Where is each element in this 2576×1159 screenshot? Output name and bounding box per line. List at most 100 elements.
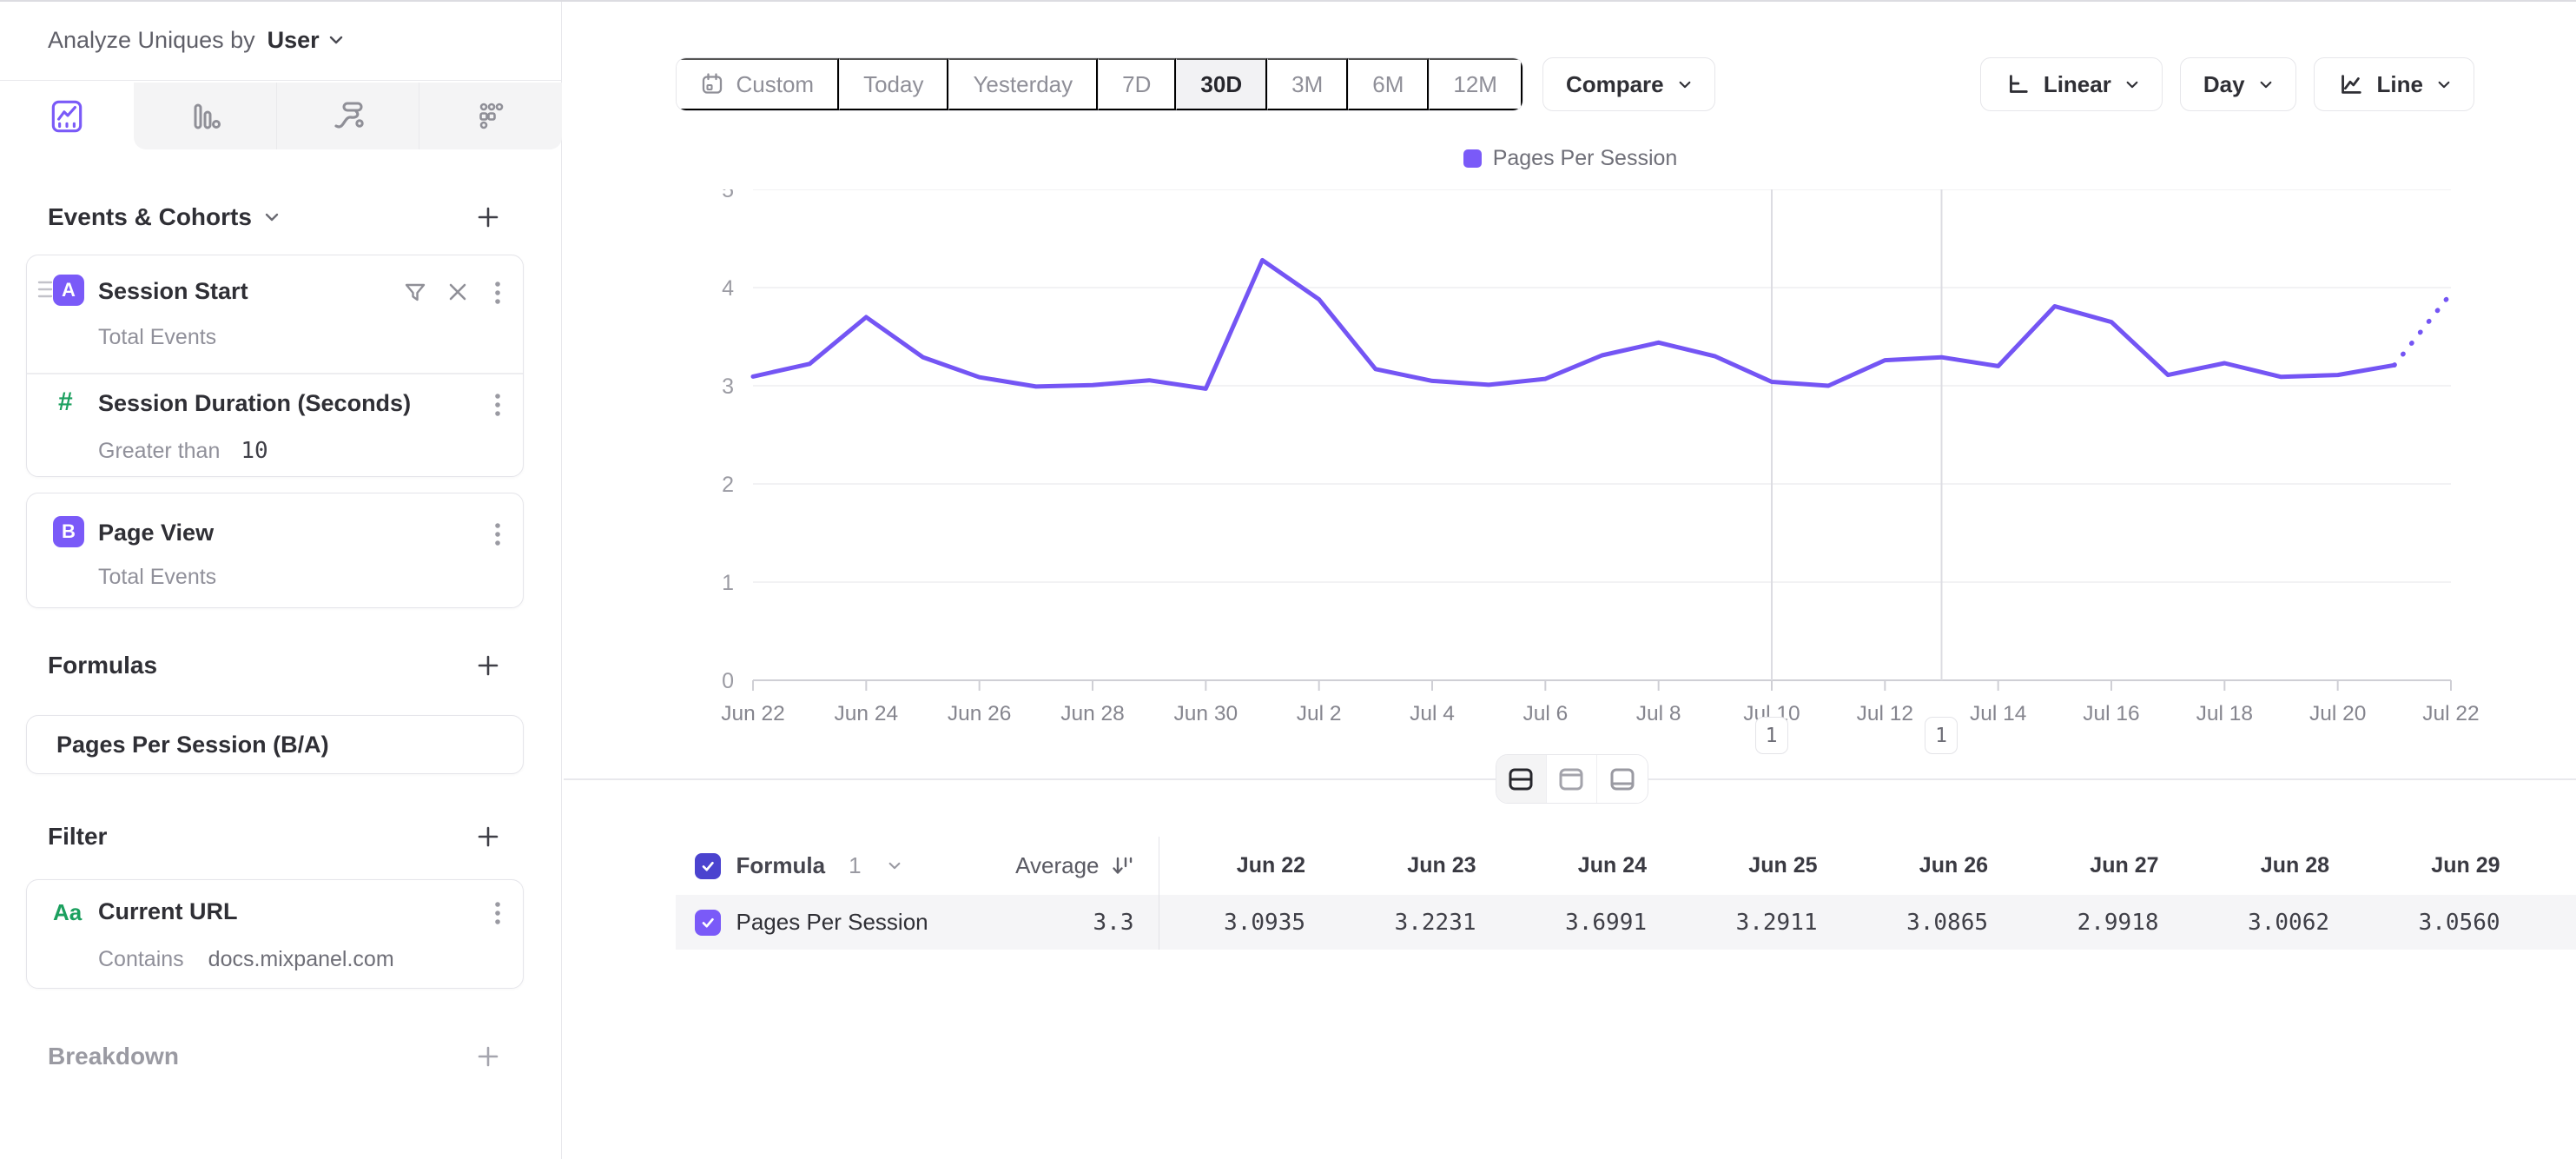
property-options-button[interactable] [490,388,505,423]
add-filter-button[interactable] [472,821,504,852]
interval-label: Day [2203,71,2245,98]
formula-card[interactable]: Pages Per Session (B/A) [26,715,524,774]
filter-property[interactable]: Current URL [98,898,238,925]
range-12m[interactable]: 12M [1429,58,1522,110]
range-6m[interactable]: 6M [1348,58,1429,110]
event-title[interactable]: Page View [98,520,214,546]
formulas-section-header: Formulas [48,648,504,683]
filter-operator[interactable]: Contains [98,947,184,972]
breakdown-title: Breakdown [48,1043,179,1070]
tab-insights[interactable] [0,83,134,149]
compare-button[interactable]: Compare [1542,57,1715,111]
date-column-headers: Jun 22Jun 23Jun 24Jun 25Jun 26Jun 27Jun … [1159,853,2524,878]
column-header[interactable]: Jun 22 [1159,853,1330,878]
chart-view-icon [1556,765,1586,794]
formula-column-number: 1 [849,852,861,879]
range-today[interactable]: Today [839,58,948,110]
x-axis-label: Jun 24 [834,702,898,725]
chart-legend[interactable]: Pages Per Session [564,146,2576,171]
column-header[interactable]: Jun 25 [1670,853,1841,878]
column-header[interactable]: Jun 29 [2353,853,2524,878]
analyze-uniques-dropdown[interactable]: User [268,27,344,54]
legend-swatch [1463,149,1482,168]
filter-event-button[interactable] [399,276,432,309]
tab-flows[interactable] [276,83,419,149]
range-7d[interactable]: 7D [1098,58,1176,110]
tab-funnels[interactable] [134,83,276,149]
column-header[interactable]: Jun 24 [1500,853,1671,878]
range-3m[interactable]: 3M [1267,58,1348,110]
chevron-down-icon[interactable] [888,860,902,871]
plus-icon [476,653,500,678]
analyze-header: Analyze Uniques by User [0,0,561,81]
add-breakdown-button[interactable] [472,1041,504,1072]
select-all-checkbox[interactable] [695,853,721,879]
event-title[interactable]: Session Start [98,278,248,305]
events-cohorts-section-header: Events & Cohorts [48,200,504,235]
layout-split-button[interactable] [1496,755,1546,803]
event-card-page-view[interactable]: B Page View Total Events [26,493,524,608]
column-header[interactable]: Jun 23 [1329,853,1500,878]
chevron-down-icon [328,34,344,46]
series-name: Pages Per Session [736,909,928,936]
row-checkbox[interactable] [695,910,721,936]
chart-type-dropdown[interactable]: Line [2314,57,2474,111]
property-condition: Greater than 10 [98,438,268,464]
x-axis-label: Jul 20 [2308,702,2365,725]
value-cell: 3.0935 [1159,910,1330,936]
scale-dropdown[interactable]: Linear [1980,57,2163,111]
drag-handle-icon[interactable] [37,279,53,301]
plus-icon [476,205,500,229]
formula-column-label[interactable]: Formula [736,852,826,879]
annotation-badge[interactable]: 1 [1925,717,1958,754]
column-header[interactable]: Jun 28 [2183,853,2354,878]
layout-chart-only-button[interactable] [1546,755,1596,803]
add-event-button[interactable] [472,202,504,233]
filter-card[interactable]: Aa Current URL Contains docs.mixpanel.co… [26,879,524,989]
x-axis-label: Jul 4 [1410,702,1455,725]
layout-table-only-button[interactable] [1596,755,1647,803]
scale-label: Linear [2044,71,2111,98]
series-line [753,260,2394,388]
analyze-label: Analyze Uniques by [48,27,255,54]
range-label: 3M [1291,71,1323,98]
x-axis-label: Jun 30 [1173,702,1238,725]
column-header[interactable]: Jun 26 [1841,853,2012,878]
x-axis-label: Jul 16 [2083,702,2139,725]
annotation-badge[interactable]: 1 [1755,717,1788,754]
condition-value[interactable]: 10 [241,438,268,464]
column-header[interactable]: Jun 27 [2011,853,2183,878]
range-custom[interactable]: Custom [677,58,840,110]
kebab-icon [493,280,502,308]
analyze-value: User [268,27,320,54]
x-axis-label: Jul 18 [2196,702,2252,725]
event-card-session-start[interactable]: A Session Start Total Events # Session D… [26,255,524,477]
filter-value[interactable]: docs.mixpanel.com [208,947,394,972]
event-measurement[interactable]: Total Events [98,325,216,350]
filter-title: Filter [48,823,107,851]
table-row[interactable]: Pages Per Session 3.3 3.09353.22313.6991… [676,895,2576,950]
interval-dropdown[interactable]: Day [2180,57,2296,111]
range-yesterday[interactable]: Yesterday [948,58,1098,110]
average-column-header[interactable]: Average [1015,852,1133,879]
frozen-column-divider [1159,837,1160,950]
range-label: 30D [1200,71,1242,98]
add-formula-button[interactable] [472,650,504,681]
condition-operator[interactable]: Greater than [98,439,220,464]
inactive-tabs [134,83,562,149]
retention-grid-icon [472,97,510,136]
chevron-down-icon[interactable] [264,211,280,223]
event-options-button[interactable] [490,276,505,311]
range-30d[interactable]: 30D [1176,58,1267,110]
property-title[interactable]: Session Duration (Seconds) [98,390,411,417]
report-type-tabs [0,83,562,149]
event-measurement[interactable]: Total Events [98,565,216,590]
breakdown-section-header: Breakdown [48,1039,504,1074]
filter-options-button[interactable] [490,897,505,931]
tab-retention[interactable] [419,83,562,149]
x-axis-label: Jul 22 [2422,702,2479,725]
range-label: 7D [1122,71,1151,98]
event-options-button[interactable] [490,518,505,553]
remove-event-button[interactable] [443,277,472,307]
table-view-icon [1608,765,1637,794]
